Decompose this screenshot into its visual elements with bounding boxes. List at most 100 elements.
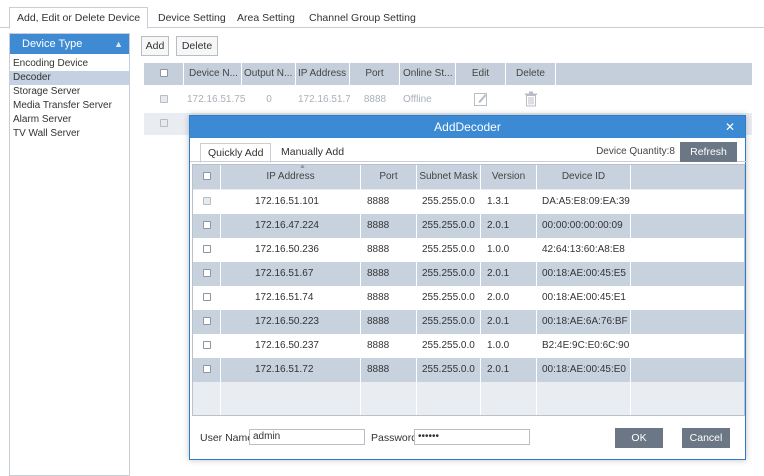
port-cell: 8888 <box>361 262 417 286</box>
password-label: Password <box>371 432 418 444</box>
ip-address-cell: 172.16.51.72 <box>221 358 361 382</box>
tab-device-setting[interactable]: Device Setting <box>151 8 233 28</box>
col-port[interactable]: Port <box>350 63 400 85</box>
col-ip-address[interactable]: IP Address <box>221 165 361 189</box>
device-id-cell: 42:64:13:60:A8:E8 <box>537 238 631 262</box>
col-delete: Delete <box>506 63 556 85</box>
tab-divider <box>190 161 747 162</box>
tab-area-setting[interactable]: Area Setting <box>230 8 302 28</box>
table-row[interactable]: 172.16.51.72 8888 255.255.0.0 2.0.1 00:18:AE… <box>193 358 744 382</box>
device-id-cell: 00:18:AE:00:45:E5 <box>537 262 631 286</box>
edit-icon[interactable] <box>473 91 489 107</box>
sidebar-item-media-transfer-server[interactable]: Media Transfer Server <box>10 99 129 113</box>
row-checkbox[interactable] <box>160 95 168 104</box>
status-cell: Offline <box>403 94 432 105</box>
col-device-id[interactable]: Device ID <box>537 165 631 189</box>
sidebar-item-decoder[interactable]: Decoder <box>10 71 129 85</box>
row-checkbox[interactable] <box>202 269 211 278</box>
delete-button[interactable]: Delete <box>176 36 218 56</box>
version-cell: 2.0.1 <box>481 358 537 382</box>
table-header-row: Device N... Output N... IP Address Port … <box>144 63 752 85</box>
col-online-status[interactable]: Online St... <box>400 63 456 85</box>
table-row[interactable]: 172.16.50.236 8888 255.255.0.0 1.0.0 42:64:1… <box>193 238 744 262</box>
row-checkbox[interactable] <box>160 119 168 128</box>
tab-manually-add[interactable]: Manually Add <box>274 143 351 163</box>
chevron-up-icon[interactable]: ▲ <box>114 34 123 54</box>
discovered-devices-table: IP Address Port Subnet Mask Version Devi… <box>192 164 745 416</box>
ip-address-cell: 172.16.50.223 <box>221 310 361 334</box>
output-num-cell: 0 <box>266 94 272 105</box>
device-type-title: Device Type <box>22 38 83 50</box>
tab-channel-group-setting[interactable]: Channel Group Setting <box>302 8 423 28</box>
add-button[interactable]: Add <box>141 36 169 56</box>
version-cell: 1.0.0 <box>481 238 537 262</box>
tab-add-edit-delete-device[interactable]: Add, Edit or Delete Device <box>9 7 149 29</box>
table-row[interactable]: 172.16.51.67 8888 255.255.0.0 2.0.1 00:18:AE… <box>193 262 744 286</box>
port-cell: 8888 <box>363 94 387 105</box>
device-quantity: Device Quantity:8 <box>596 146 675 157</box>
col-version[interactable]: Version <box>481 165 537 189</box>
tab-quickly-add[interactable]: Quickly Add <box>200 143 272 163</box>
close-icon[interactable]: ✕ <box>725 116 735 138</box>
sidebar-item-tv-wall-server[interactable]: TV Wall Server <box>10 127 129 141</box>
col-device-name[interactable]: Device N... <box>184 63 242 85</box>
ok-button[interactable]: OK <box>615 428 663 448</box>
ip-address-cell: 172.16.51.74 <box>221 286 361 310</box>
row-checkbox[interactable] <box>202 365 211 374</box>
row-checkbox[interactable] <box>202 293 211 302</box>
user-name-input[interactable]: admin <box>249 429 365 445</box>
dialog-title: AddDecoder <box>434 120 501 134</box>
select-all-checkbox[interactable] <box>159 69 168 78</box>
row-checkbox[interactable] <box>202 245 211 254</box>
ip-address-cell: 172.16.51.75 <box>298 94 350 105</box>
ip-address-cell: 172.16.51.67 <box>221 262 361 286</box>
table-row[interactable]: 172.16.50.237 8888 255.255.0.0 1.0.0 B2:4E:9… <box>193 334 744 358</box>
port-cell: 8888 <box>361 334 417 358</box>
version-cell: 2.0.1 <box>481 214 537 238</box>
row-checkbox[interactable] <box>202 341 211 350</box>
col-port[interactable]: Port <box>361 165 417 189</box>
device-id-cell: B2:4E:9C:E0:6C:90 <box>537 334 631 358</box>
col-ip-address-label: IP Address <box>266 171 315 182</box>
ip-address-cell: 172.16.47.224 <box>221 214 361 238</box>
subnet-mask-cell: 255.255.0.0 <box>417 238 481 262</box>
port-cell: 8888 <box>361 286 417 310</box>
table-row[interactable]: 172.16.50.223 8888 255.255.0.0 2.0.1 00:18:A… <box>193 310 744 334</box>
subnet-mask-cell: 255.255.0.0 <box>417 214 481 238</box>
col-edit: Edit <box>456 63 506 85</box>
row-checkbox[interactable] <box>202 317 211 326</box>
sidebar-item-encoding-device[interactable]: Encoding Device <box>10 57 129 71</box>
cancel-button[interactable]: Cancel <box>682 428 730 448</box>
port-cell: 8888 <box>361 238 417 262</box>
col-ip-address[interactable]: IP Address <box>296 63 350 85</box>
device-id-cell: 00:00:00:00:00:09 <box>537 214 631 238</box>
col-output-num[interactable]: Output N... <box>242 63 296 85</box>
table-header-row: IP Address Port Subnet Mask Version Devi… <box>193 164 744 189</box>
ip-address-cell: 172.16.50.236 <box>221 238 361 262</box>
version-cell: 2.0.1 <box>481 310 537 334</box>
device-type-header[interactable]: Device Type ▲ <box>10 34 129 54</box>
table-row[interactable]: 172.16.51.101 8888 255.255.0.0 1.3.1 DA:A5:E… <box>193 190 744 214</box>
trash-icon[interactable] <box>524 91 538 107</box>
ip-address-cell: 172.16.51.101 <box>221 190 361 214</box>
device-id-cell: DA:A5:E8:09:EA:39 <box>537 190 631 214</box>
select-all-checkbox[interactable] <box>202 172 211 181</box>
row-checkbox[interactable] <box>202 221 211 230</box>
table-row[interactable]: 172.16.47.224 8888 255.255.0.0 2.0.1 00:00:0… <box>193 214 744 238</box>
sidebar-item-storage-server[interactable]: Storage Server <box>10 85 129 99</box>
device-id-cell: 00:18:AE:6A:76:BF <box>537 310 631 334</box>
sidebar-item-alarm-server[interactable]: Alarm Server <box>10 113 129 127</box>
password-input[interactable]: •••••• <box>414 429 530 445</box>
device-id-cell: 00:18:AE:00:45:E1 <box>537 286 631 310</box>
port-cell: 8888 <box>361 310 417 334</box>
subnet-mask-cell: 255.255.0.0 <box>417 334 481 358</box>
col-subnet-mask[interactable]: Subnet Mask <box>417 165 481 189</box>
row-checkbox[interactable] <box>202 197 211 206</box>
refresh-button[interactable]: Refresh <box>680 142 737 162</box>
top-tab-bar: Add, Edit or Delete Device Device Settin… <box>0 0 764 29</box>
table-row[interactable]: 172.16.51.74 8888 255.255.0.0 2.0.0 00:18:AE… <box>193 286 744 310</box>
subnet-mask-cell: 255.255.0.0 <box>417 262 481 286</box>
table-row[interactable]: 172.16.51.75 0 172.16.51.75 8888 Offline <box>144 89 752 111</box>
subnet-mask-cell: 255.255.0.0 <box>417 286 481 310</box>
sort-caret-icon: ▲ <box>299 164 306 170</box>
